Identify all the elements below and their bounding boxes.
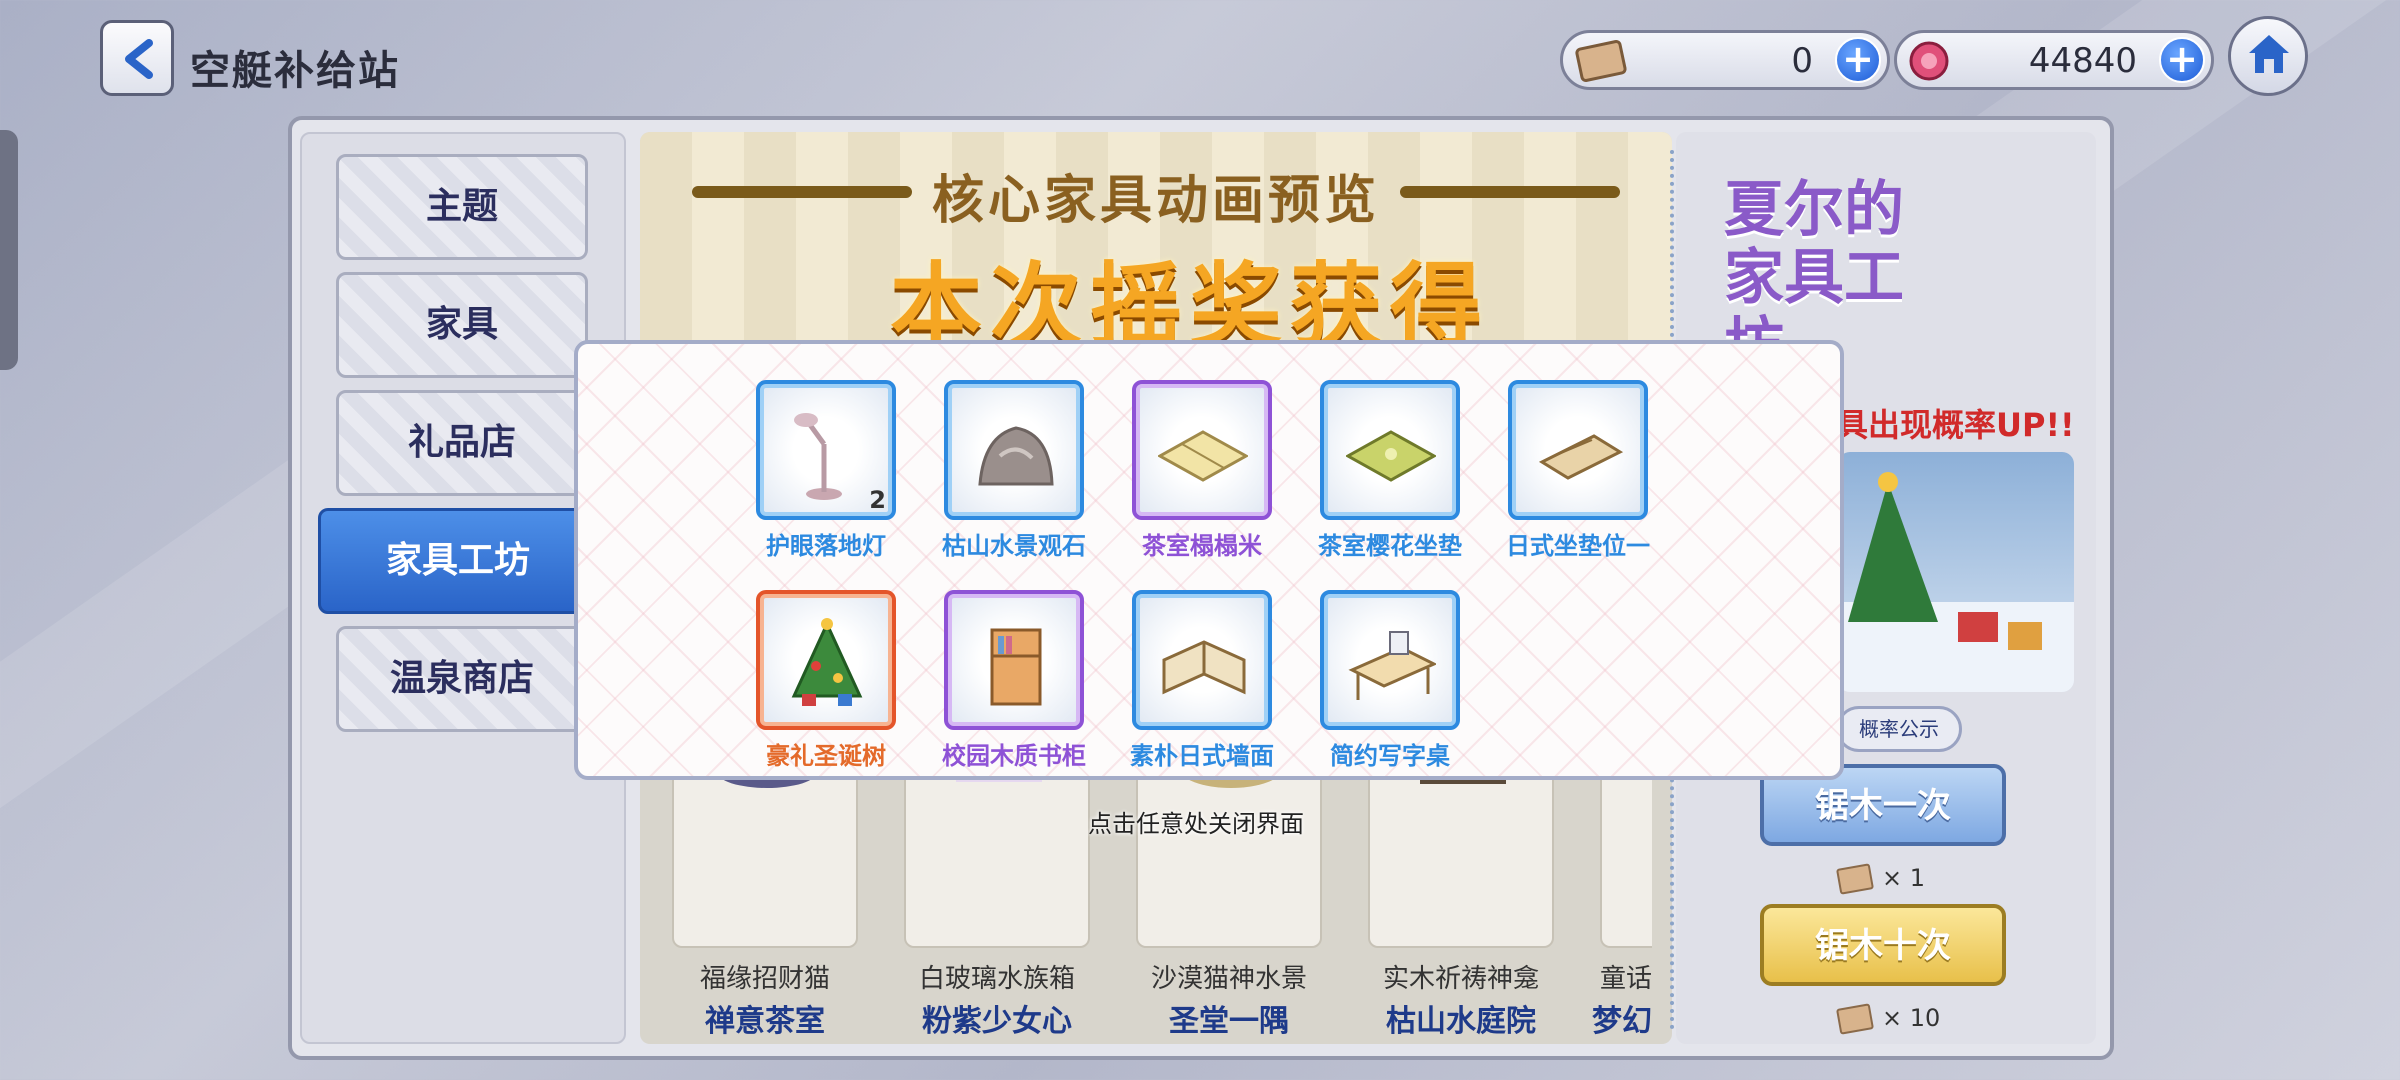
reward-item[interactable]: 茶室樱花坐垫 xyxy=(1296,380,1484,561)
reward-frame xyxy=(944,380,1084,520)
reward-frame: 2 xyxy=(756,380,896,520)
reward-name: 素朴日式墙面 xyxy=(1130,742,1274,770)
bookshelf-icon xyxy=(990,628,1042,706)
banner-title: 核心家具动画预览 xyxy=(931,171,1380,231)
shop-card-name: 沙漠猫神水景 xyxy=(1150,964,1307,994)
tab-furniture[interactable]: 家具 xyxy=(336,272,588,378)
tab-furniture-workshop[interactable]: 家具工坊 xyxy=(318,508,598,614)
shop-card-name: 福缘招财猫 xyxy=(699,964,830,994)
featured-preview-image xyxy=(1838,452,2074,692)
draw-ten-cost: × 10 xyxy=(1836,1003,1941,1035)
cushion-icon xyxy=(1346,430,1436,482)
shop-card-name: 实木祈祷神龛 xyxy=(1382,964,1539,994)
wall-icon xyxy=(1162,640,1246,695)
reward-item[interactable]: 日式坐垫位一 xyxy=(1484,380,1672,561)
gem-count: 44840 xyxy=(2028,41,2137,81)
chevron-left-icon xyxy=(125,39,153,79)
shop-card-set: 梦幻 xyxy=(1592,1004,1652,1039)
reward-modal[interactable]: 2 护眼落地灯 枯山水景观石 茶室榻榻米 茶室樱花坐垫 日式坐垫位一 豪礼圣诞树… xyxy=(574,340,1844,780)
draw-ten-button[interactable]: 锯木十次 xyxy=(1760,904,2006,986)
mat-icon xyxy=(1538,434,1624,480)
draw-once-cost-value: × 1 xyxy=(1882,864,1926,892)
reward-name: 简约写字桌 xyxy=(1330,742,1450,770)
reward-frame xyxy=(756,590,896,730)
draw-ten-cost-value: × 10 xyxy=(1882,1004,1941,1032)
wood-ticket-icon xyxy=(1836,863,1874,895)
reward-name: 校园木质书柜 xyxy=(942,742,1086,770)
reward-name: 茶室榻榻米 xyxy=(1142,532,1262,560)
wood-ticket-count: 0 xyxy=(1791,41,1813,81)
christmas-tree-icon xyxy=(791,618,863,706)
shop-card-set: 圣堂一隅 xyxy=(1169,1004,1289,1039)
add-wood-ticket-button[interactable]: + xyxy=(1835,37,1881,83)
reward-count: 2 xyxy=(869,486,886,514)
reward-frame xyxy=(1132,590,1272,730)
back-button[interactable] xyxy=(100,20,174,96)
reward-item[interactable]: 枯山水景观石 xyxy=(920,380,1108,561)
christmas-scene-icon xyxy=(1838,472,2074,692)
reward-item[interactable]: 茶室榻榻米 xyxy=(1108,380,1296,561)
shop-card-set: 禅意茶室 xyxy=(705,1004,825,1039)
probability-button[interactable]: 概率公示 xyxy=(1836,706,1962,752)
gem-icon xyxy=(1909,41,1949,81)
reward-frame xyxy=(1320,380,1460,520)
reward-name: 豪礼圣诞树 xyxy=(766,742,886,770)
reward-item[interactable]: 简约写字桌 xyxy=(1296,590,1484,771)
tab-gift-shop[interactable]: 礼品店 xyxy=(336,390,588,496)
rate-up-text: 具出现概率UP!! xyxy=(1836,406,2075,444)
desk-icon xyxy=(1348,631,1436,700)
reward-frame xyxy=(1320,590,1460,730)
currency-wood-ticket: 0 + xyxy=(1560,30,1890,90)
reward-name: 枯山水景观石 xyxy=(942,532,1086,560)
currency-gem: 44840 + xyxy=(1894,30,2214,90)
wood-ticket-icon xyxy=(1836,1003,1874,1035)
reward-name: 茶室樱花坐垫 xyxy=(1318,532,1462,560)
reward-item[interactable]: 豪礼圣诞树 xyxy=(732,590,920,771)
add-gem-button[interactable]: + xyxy=(2159,37,2205,83)
tab-hot-spring-shop[interactable]: 温泉商店 xyxy=(336,626,588,732)
reward-frame xyxy=(1508,380,1648,520)
side-drawer-handle[interactable] xyxy=(0,130,18,370)
floor-lamp-icon xyxy=(794,413,842,500)
draw-once-cost: × 1 xyxy=(1836,863,1926,895)
reward-name: 日式坐垫位一 xyxy=(1506,532,1650,560)
shop-card-set: 枯山水庭院 xyxy=(1386,1004,1536,1039)
tab-theme[interactable]: 主题 xyxy=(336,154,588,260)
rock-icon xyxy=(978,426,1054,486)
home-button[interactable] xyxy=(2228,16,2308,96)
shop-card-name: 白玻璃水族箱 xyxy=(918,964,1075,994)
reward-frame xyxy=(944,590,1084,730)
page-title: 空艇补给站 xyxy=(190,48,400,94)
shop-card-set: 粉紫少女心 xyxy=(922,1004,1072,1039)
reward-frame xyxy=(1132,380,1272,520)
reward-name: 护眼落地灯 xyxy=(766,532,886,560)
tatami-icon xyxy=(1158,430,1248,482)
wood-ticket-icon xyxy=(1575,40,1627,82)
home-icon xyxy=(2249,35,2289,73)
reward-item[interactable]: 素朴日式墙面 xyxy=(1108,590,1296,771)
close-hint: 点击任意处关闭界面 xyxy=(1088,810,1304,838)
reward-item[interactable]: 2 护眼落地灯 xyxy=(732,380,920,561)
reward-item[interactable]: 校园木质书柜 xyxy=(920,590,1108,771)
shop-card-name: 童话 xyxy=(1599,964,1652,994)
